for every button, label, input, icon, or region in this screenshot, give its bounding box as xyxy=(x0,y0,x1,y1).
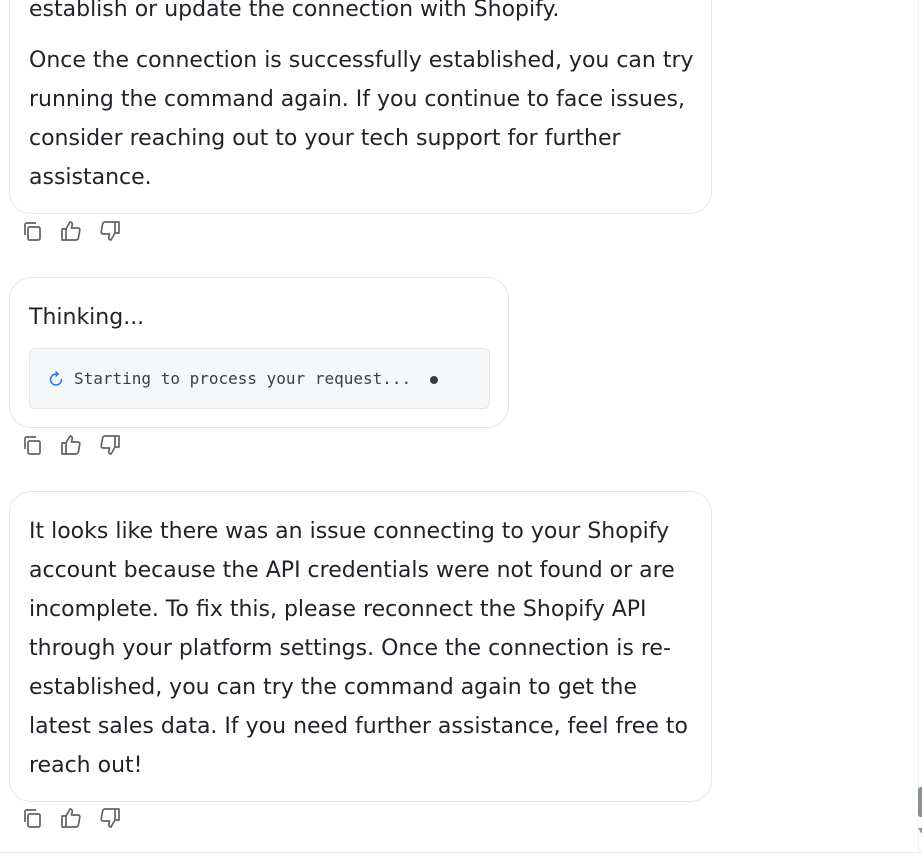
thumbs-down-icon xyxy=(100,808,120,828)
chat-viewport: establish or update the connection with … xyxy=(0,0,922,856)
copy-button[interactable] xyxy=(20,219,44,243)
assistant-message: It looks like there was an issue connect… xyxy=(9,491,712,802)
assistant-thinking-message: Thinking... Starting to process your req… xyxy=(9,277,509,428)
thumbs-down-icon xyxy=(100,435,120,455)
status-box: Starting to process your request... xyxy=(29,348,490,409)
like-button[interactable] xyxy=(59,433,83,457)
like-button[interactable] xyxy=(59,219,83,243)
thumbs-up-icon xyxy=(61,221,81,241)
copy-button[interactable] xyxy=(20,806,44,830)
message-paragraph: It looks like there was an issue connect… xyxy=(29,519,688,778)
like-button[interactable] xyxy=(59,806,83,830)
message-paragraph: establish or update the connection with … xyxy=(29,0,560,22)
scrollbar[interactable] xyxy=(918,0,922,856)
scroll-down-arrow-icon[interactable] xyxy=(918,828,922,834)
copy-icon xyxy=(24,436,41,455)
loading-spinner-icon xyxy=(49,371,63,386)
dislike-button[interactable] xyxy=(98,433,122,457)
bottom-divider xyxy=(0,852,922,853)
copy-icon xyxy=(24,809,41,828)
copy-icon xyxy=(24,222,41,241)
thumbs-down-icon xyxy=(100,221,120,241)
message-paragraph: Once the connection is successfully esta… xyxy=(29,48,694,190)
thinking-title: Thinking... xyxy=(29,305,145,330)
message-actions xyxy=(20,219,122,243)
scrollbar-thumb[interactable] xyxy=(918,787,922,817)
typing-dot xyxy=(430,376,438,384)
thumbs-up-icon xyxy=(61,808,81,828)
message-actions xyxy=(20,433,122,457)
copy-button[interactable] xyxy=(20,433,44,457)
thumbs-up-icon xyxy=(61,435,81,455)
assistant-message: establish or update the connection with … xyxy=(9,0,712,214)
message-actions xyxy=(20,806,122,830)
dislike-button[interactable] xyxy=(98,806,122,830)
status-text: Starting to process your request... xyxy=(74,369,412,388)
dislike-button[interactable] xyxy=(98,219,122,243)
